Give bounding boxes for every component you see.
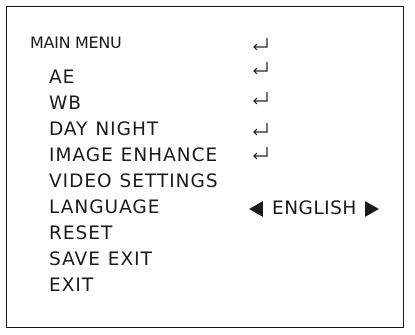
- left-triangle-icon[interactable]: [249, 201, 263, 217]
- menu-item-image-enhance[interactable]: IMAGE ENHANCE: [49, 143, 218, 169]
- language-selector[interactable]: ENGLISH: [249, 196, 379, 222]
- enter-icon: [251, 120, 271, 140]
- enter-icon: [251, 144, 271, 164]
- menu-title: MAIN MENU: [30, 33, 122, 52]
- osd-menu-panel: MAIN MENU AE WB DAY NIGHT IMAGE ENHANCE …: [6, 6, 404, 328]
- menu-item-reset[interactable]: RESET: [49, 221, 113, 247]
- right-triangle-icon[interactable]: [364, 201, 379, 217]
- menu-item-video-settings[interactable]: VIDEO SETTINGS: [49, 169, 219, 195]
- language-value: ENGLISH: [272, 198, 357, 219]
- menu-item-ae[interactable]: AE: [49, 65, 75, 91]
- enter-icon: [251, 35, 271, 55]
- enter-icon: [251, 89, 271, 109]
- menu-item-language[interactable]: LANGUAGE: [49, 195, 160, 221]
- menu-item-wb[interactable]: WB: [49, 91, 82, 117]
- menu-item-save-exit[interactable]: SAVE EXIT: [49, 247, 153, 273]
- menu-item-exit[interactable]: EXIT: [49, 273, 94, 299]
- menu-item-day-night[interactable]: DAY NIGHT: [49, 117, 159, 143]
- enter-icon: [251, 59, 271, 79]
